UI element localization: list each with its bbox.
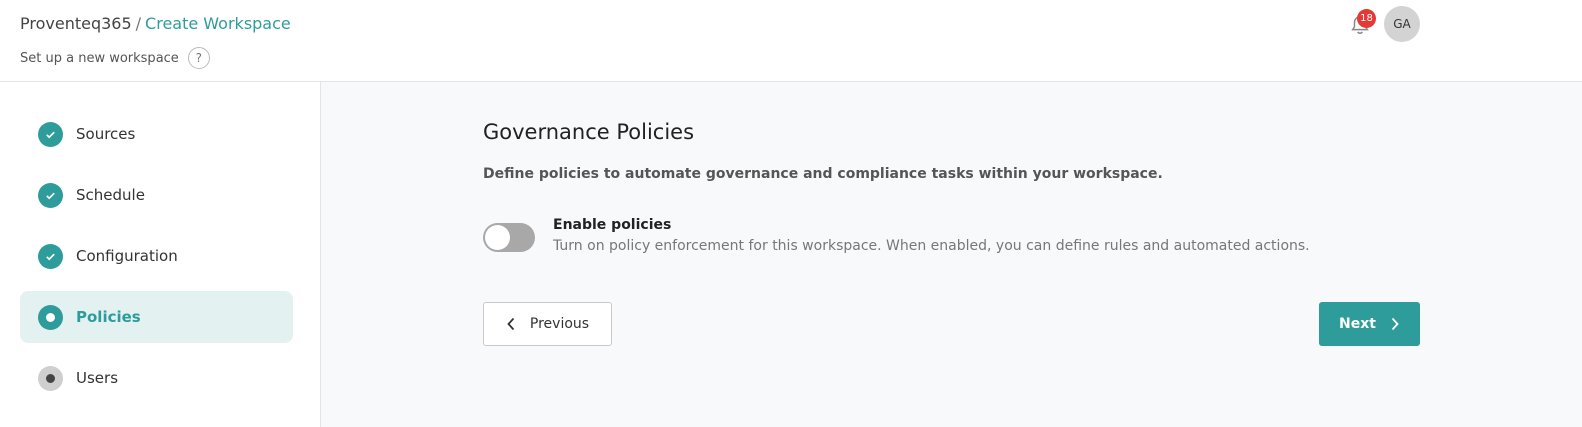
breadcrumb-current: Create Workspace xyxy=(145,14,291,33)
page-title: Governance Policies xyxy=(483,120,695,144)
breadcrumb-separator: / xyxy=(135,14,142,33)
step-sources[interactable]: Sources xyxy=(20,108,293,160)
chevron-left-icon xyxy=(507,317,515,331)
step-schedule[interactable]: Schedule xyxy=(20,169,293,221)
user-avatar[interactable]: GA xyxy=(1384,6,1420,42)
step-policies[interactable]: Policies xyxy=(20,291,293,343)
toggle-label: Enable policies xyxy=(553,217,672,233)
main-content: Governance Policies Define policies to a… xyxy=(321,82,1582,427)
wizard-steps-sidebar: Sources Schedule Configuration Policies … xyxy=(0,82,321,427)
toggle-knob xyxy=(485,225,510,250)
page-subtitle: Set up a new workspace ? xyxy=(20,47,210,69)
step-label: Configuration xyxy=(76,247,178,265)
notification-badge: 18 xyxy=(1357,9,1376,28)
page-description: Define policies to automate governance a… xyxy=(483,166,1163,182)
step-label: Policies xyxy=(76,308,141,326)
check-icon xyxy=(38,243,63,269)
step-label: Sources xyxy=(76,125,136,143)
step-label: Schedule xyxy=(76,186,145,204)
previous-button-label: Previous xyxy=(529,316,590,332)
enable-policies-toggle[interactable] xyxy=(483,223,535,252)
pending-step-icon xyxy=(38,365,63,391)
check-icon xyxy=(38,121,63,147)
previous-button[interactable]: Previous xyxy=(483,302,612,346)
step-label: Users xyxy=(76,369,119,387)
current-step-icon xyxy=(38,304,63,330)
check-icon xyxy=(38,182,63,208)
subtitle-text: Set up a new workspace xyxy=(20,50,179,66)
next-button-label: Next xyxy=(1339,316,1376,332)
question-icon[interactable]: ? xyxy=(187,47,210,69)
step-configuration[interactable]: Configuration xyxy=(20,230,293,282)
chevron-right-icon xyxy=(1391,317,1399,331)
step-users[interactable]: Users xyxy=(20,352,293,404)
app-header: Proventeq365/Create Workspace Set up a n… xyxy=(0,0,1582,82)
breadcrumb: Proventeq365/Create Workspace xyxy=(20,14,291,33)
next-button[interactable]: Next xyxy=(1319,302,1420,346)
breadcrumb-root[interactable]: Proventeq365 xyxy=(20,14,132,33)
toggle-description: Turn on policy enforcement for this work… xyxy=(553,238,1310,254)
